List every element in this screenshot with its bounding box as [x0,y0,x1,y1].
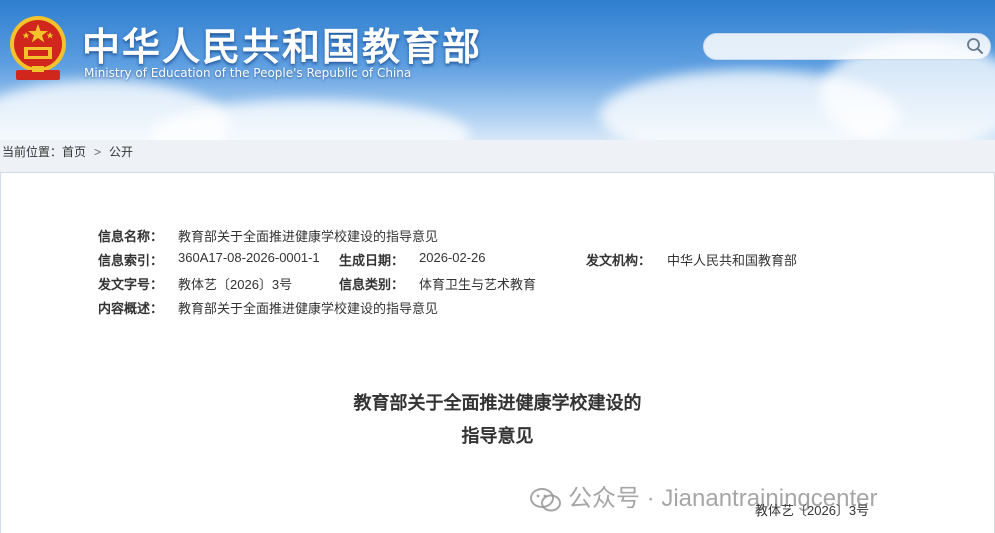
document-number: 教体艺〔2026〕3号 [755,503,870,518]
info-summary-label: 内容概述： [98,301,164,316]
info-index-value: 360A17-08-2026-0001-1 [178,250,320,265]
info-category-value: 体育卫生与艺术教育 [419,277,537,292]
info-date-label: 生成日期： [339,253,405,268]
breadcrumb-separator: > [94,144,102,159]
site-title[interactable]: 中华人民共和国教育部 [82,16,482,71]
info-index-label: 信息索引： [98,253,164,268]
info-category-label: 信息类别： [339,277,405,292]
info-date-value: 2026-02-26 [419,250,486,265]
info-name-value: 教育部关于全面推进健康学校建设的指导意见 [178,229,439,244]
info-summary-value: 教育部关于全面推进健康学校建设的指导意见 [178,301,439,316]
info-issuer-value: 中华人民共和国教育部 [667,253,798,268]
breadcrumb: 当前位置：首页 > 公开 [2,143,133,161]
search-box[interactable] [703,33,991,60]
info-name-label: 信息名称： [98,229,164,244]
breadcrumb-current-link[interactable]: 公开 [109,143,133,160]
document-title-line2: 指导意见 [461,426,534,446]
info-docno-value: 教体艺〔2026〕3号 [178,277,293,292]
document-title-line1: 教育部关于全面推进健康学校建设的 [353,393,642,413]
breadcrumb-home-link[interactable]: 首页 [62,143,86,160]
search-icon[interactable] [966,37,984,55]
wechat-icon [530,487,561,512]
site-subtitle: Ministry of Education of the People's Re… [84,66,412,80]
site-header: 中华人民共和国教育部 Ministry of Education of the … [0,0,995,140]
search-input[interactable] [716,37,960,57]
info-issuer-label: 发文机构： [586,253,652,268]
info-docno-label: 发文字号： [98,277,164,292]
breadcrumb-prefix: 当前位置： [2,145,63,159]
national-emblem-icon[interactable] [8,14,68,82]
